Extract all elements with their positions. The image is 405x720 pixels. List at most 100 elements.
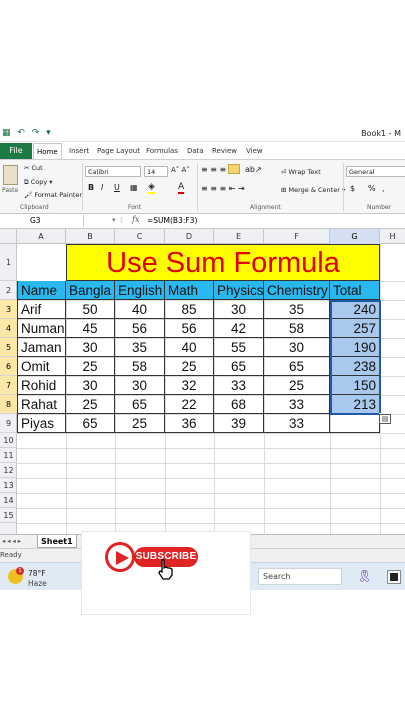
align-left-icon[interactable]: ≡ ≡ ≡ ⇤ ⇥: [201, 184, 245, 193]
grow-shrink-font-icon[interactable]: A˄ A˅: [171, 166, 190, 174]
sheet-tab-sheet1[interactable]: Sheet1: [37, 535, 77, 548]
data-cell[interactable]: Rohid: [17, 376, 66, 395]
cancel-enter-icons[interactable]: ▾ ⋮: [112, 216, 125, 224]
data-cell[interactable]: 68: [214, 395, 264, 414]
total-cell[interactable]: 213: [330, 395, 380, 414]
data-cell[interactable]: 30: [66, 376, 115, 395]
header-cell[interactable]: Name: [17, 281, 66, 300]
name-box[interactable]: G3: [0, 215, 84, 227]
worksheet-grid[interactable]: Use Sum Formula Name Bangla English Math Phy…: [17, 244, 405, 534]
data-cell[interactable]: 65: [214, 357, 264, 376]
wrap-text-button[interactable]: ⏎ Wrap Text: [281, 168, 321, 176]
column-header[interactable]: C: [115, 229, 165, 244]
data-cell[interactable]: 40: [115, 300, 165, 319]
data-cell[interactable]: Omit: [17, 357, 66, 376]
data-cell[interactable]: 65: [115, 395, 165, 414]
total-cell[interactable]: 240: [330, 300, 380, 319]
data-cell[interactable]: 25: [165, 357, 214, 376]
data-cell[interactable]: 56: [165, 319, 214, 338]
data-cell[interactable]: 33: [264, 414, 330, 433]
data-cell[interactable]: 25: [66, 357, 115, 376]
format-painter-button[interactable]: 🖌 Format Painter: [24, 191, 82, 199]
middle-align-icon[interactable]: [228, 164, 240, 174]
column-header[interactable]: F: [264, 229, 330, 244]
row-header-selected[interactable]: 6: [0, 357, 17, 376]
data-cell[interactable]: 30: [115, 376, 165, 395]
header-cell[interactable]: Physics: [214, 281, 264, 300]
font-color-icon[interactable]: A: [178, 182, 185, 194]
header-cell[interactable]: English: [115, 281, 165, 300]
data-cell[interactable]: 65: [66, 414, 115, 433]
tab-formulas[interactable]: Formulas: [146, 143, 178, 159]
row-header-selected[interactable]: 5: [0, 338, 17, 357]
play-icon[interactable]: [105, 542, 135, 572]
data-cell[interactable]: Jaman: [17, 338, 66, 357]
app-icon[interactable]: [387, 570, 401, 584]
row-header-selected[interactable]: 7: [0, 376, 17, 395]
row-header[interactable]: 14: [0, 493, 17, 508]
quick-access-toolbar[interactable]: ▦ ↶ ↷ ▾: [2, 128, 53, 138]
data-cell[interactable]: 56: [115, 319, 165, 338]
row-header[interactable]: 11: [0, 448, 17, 463]
italic-button[interactable]: I: [101, 183, 103, 192]
tab-review[interactable]: Review: [212, 143, 237, 159]
row-header[interactable]: 15: [0, 508, 17, 523]
tab-data[interactable]: Data: [187, 143, 204, 159]
data-cell[interactable]: Rahat: [17, 395, 66, 414]
column-header[interactable]: A: [17, 229, 66, 244]
column-header[interactable]: H: [380, 229, 405, 244]
paste-label[interactable]: Paste: [2, 187, 18, 194]
tab-view[interactable]: View: [246, 143, 263, 159]
select-all-corner[interactable]: [0, 229, 17, 244]
currency-button[interactable]: $: [350, 184, 355, 193]
taskbar-search[interactable]: Search: [258, 568, 342, 585]
data-cell[interactable]: 35: [264, 300, 330, 319]
row-header[interactable]: 2: [0, 281, 17, 300]
total-cell[interactable]: [330, 414, 380, 433]
data-cell[interactable]: 30: [214, 300, 264, 319]
borders-icon[interactable]: ▦: [130, 183, 138, 192]
percent-button[interactable]: %: [368, 184, 376, 193]
paste-icon[interactable]: [3, 165, 18, 185]
total-cell[interactable]: 150: [330, 376, 380, 395]
quick-analysis-icon[interactable]: ▤: [379, 414, 391, 424]
comma-button[interactable]: ,: [382, 184, 385, 193]
data-cell[interactable]: 58: [264, 319, 330, 338]
sheet-title-banner[interactable]: Use Sum Formula: [66, 244, 380, 281]
header-cell[interactable]: Chemistry: [264, 281, 330, 300]
header-cell[interactable]: Math: [165, 281, 214, 300]
data-cell[interactable]: 58: [115, 357, 165, 376]
row-header[interactable]: 10: [0, 433, 17, 448]
data-cell[interactable]: 36: [165, 414, 214, 433]
column-header-selected[interactable]: G: [330, 229, 380, 244]
sheet-nav-arrows-icon[interactable]: ◂◂◂▸: [2, 537, 23, 545]
row-header-selected[interactable]: 8: [0, 395, 17, 414]
data-cell[interactable]: 25: [264, 376, 330, 395]
column-header[interactable]: B: [66, 229, 115, 244]
data-cell[interactable]: 85: [165, 300, 214, 319]
data-cell[interactable]: 30: [66, 338, 115, 357]
row-header-selected[interactable]: 4: [0, 319, 17, 338]
tab-home[interactable]: Home: [33, 143, 62, 159]
data-cell[interactable]: 50: [66, 300, 115, 319]
data-cell[interactable]: 33: [264, 395, 330, 414]
number-format-select[interactable]: General: [346, 166, 405, 177]
underline-button[interactable]: U: [114, 183, 120, 192]
header-cell[interactable]: Bangla: [66, 281, 115, 300]
data-cell[interactable]: 39: [214, 414, 264, 433]
data-cell[interactable]: 22: [165, 395, 214, 414]
tab-insert[interactable]: Insert: [69, 143, 89, 159]
total-cell[interactable]: 257: [330, 319, 380, 338]
formula-input[interactable]: =SUM(B3:F3): [147, 216, 197, 225]
orientation-icon[interactable]: ab↗: [245, 165, 262, 174]
fx-icon[interactable]: fx: [132, 215, 139, 224]
cut-button[interactable]: ✂ Cut: [24, 164, 43, 172]
bold-button[interactable]: B: [88, 183, 94, 192]
total-cell[interactable]: 190: [330, 338, 380, 357]
header-cell[interactable]: Total: [330, 281, 380, 300]
data-cell[interactable]: 55: [214, 338, 264, 357]
merge-center-button[interactable]: ⊞ Merge & Center ▾: [281, 186, 345, 194]
data-cell[interactable]: Arif: [17, 300, 66, 319]
tab-file[interactable]: File: [0, 143, 32, 159]
copy-button[interactable]: ⧉ Copy ▾: [24, 178, 53, 187]
